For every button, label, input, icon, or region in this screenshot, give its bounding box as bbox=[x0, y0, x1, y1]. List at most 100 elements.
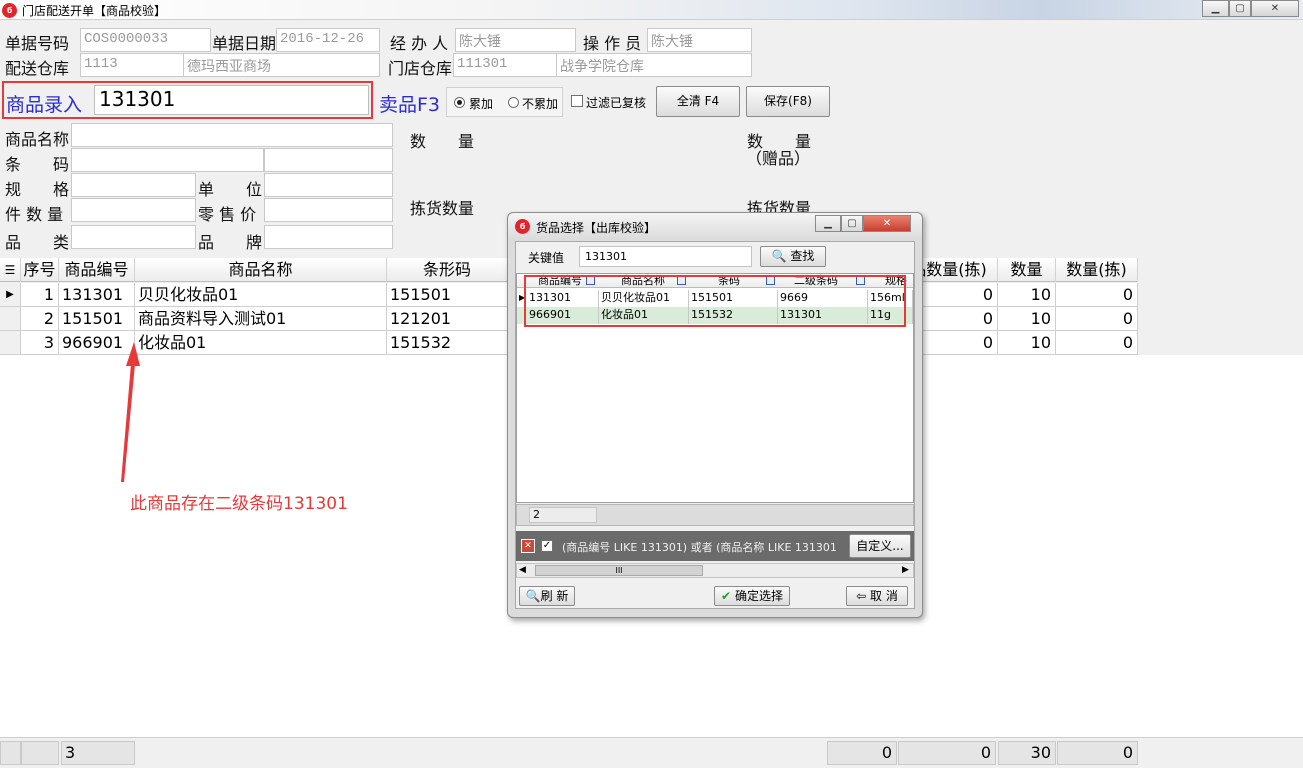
row-indicator bbox=[0, 331, 21, 354]
clear-all-button[interactable]: 全清 F4 bbox=[656, 86, 740, 117]
filter-expression: (商品编号 LIKE 131301) 或者 (商品名称 LIKE 131301)… bbox=[562, 541, 838, 554]
accumulate-label[interactable]: 累加 bbox=[469, 95, 493, 112]
product-select-dialog: ϭ 货品选择【出库校验】 ▁ ▢ ✕ 关键值 131301 🔍 查找 商品编号 … bbox=[507, 212, 923, 618]
retail-price-field[interactable] bbox=[264, 198, 393, 222]
col-name[interactable]: 商品名称 bbox=[135, 258, 387, 282]
save-button[interactable]: 保存(F8) bbox=[746, 86, 830, 117]
row-name: 商品资料导入测试01 bbox=[135, 307, 387, 330]
category-field[interactable] bbox=[71, 225, 196, 249]
row-seq: 3 bbox=[21, 331, 59, 354]
cancel-button[interactable]: ⇦ 取 消 bbox=[846, 586, 908, 606]
store-wh-label: 门店仓库 bbox=[388, 59, 453, 78]
unit-label: 单 位 bbox=[198, 180, 263, 199]
footer-sum-a: 0 bbox=[827, 741, 897, 765]
no-accumulate-radio[interactable] bbox=[508, 97, 519, 108]
window-title: 门店配送开单【商品校验】 bbox=[22, 4, 167, 18]
close-button[interactable]: ✕ bbox=[1251, 0, 1299, 17]
row-qty-pick: 0 bbox=[1056, 307, 1138, 330]
row-pointer-icon: ▶ bbox=[0, 283, 21, 306]
store-wh-name-field: 战争学院仓库 bbox=[556, 53, 752, 77]
brand-label: 品 牌 bbox=[198, 233, 263, 252]
dialog-close-button[interactable]: ✕ bbox=[863, 215, 911, 232]
unit-field[interactable] bbox=[264, 173, 393, 197]
minimize-button[interactable]: ▁ bbox=[1202, 0, 1229, 17]
barcode-field[interactable] bbox=[71, 148, 264, 172]
pick-quantity-label: 拣货数量 bbox=[410, 199, 475, 218]
cancel-button-label: 取 消 bbox=[870, 589, 898, 603]
dialog-window-controls: ▁ ▢ ✕ bbox=[815, 215, 917, 232]
row-indicator bbox=[0, 307, 21, 330]
doc-no-label: 单据号码 bbox=[5, 34, 70, 53]
dialog-minimize-button[interactable]: ▁ bbox=[815, 215, 841, 232]
key-input[interactable]: 131301 bbox=[579, 246, 752, 267]
search-icon: 🔍 bbox=[771, 249, 787, 263]
col-barcode[interactable]: 条形码 bbox=[387, 258, 508, 282]
dialog-highlight-box bbox=[524, 275, 906, 327]
grid-menu-icon[interactable]: ☰ bbox=[0, 258, 21, 282]
row-barcode: 151501 bbox=[387, 283, 508, 306]
row-qty: 10 bbox=[998, 283, 1056, 306]
filter-checked-checkbox[interactable] bbox=[571, 95, 583, 107]
grid-footer: 3 0 0 30 0 bbox=[0, 737, 1303, 768]
dist-wh-name-field: 德玛西亚商场 bbox=[183, 53, 380, 77]
scroll-left-icon[interactable]: ◀ bbox=[519, 564, 526, 577]
doc-date-field[interactable]: 2016-12-26 bbox=[276, 28, 380, 52]
row-barcode: 151532 bbox=[387, 331, 508, 354]
col-qty[interactable]: 数量 bbox=[998, 258, 1056, 282]
dist-wh-label: 配送仓库 bbox=[5, 59, 70, 78]
retail-price-label: 零 售 价 bbox=[198, 205, 257, 224]
checkmark-icon: ✔ bbox=[721, 589, 732, 603]
key-label: 关键值 bbox=[528, 251, 565, 265]
quantity-label: 数 量 bbox=[410, 132, 475, 151]
search-button[interactable]: 🔍 查找 bbox=[760, 246, 826, 267]
no-accumulate-label[interactable]: 不累加 bbox=[522, 95, 558, 112]
dist-wh-code-field[interactable]: 1113 bbox=[80, 53, 184, 77]
filter-enabled-checkbox[interactable]: ✓ bbox=[541, 540, 553, 552]
doc-no-field[interactable]: COS0000033 bbox=[80, 28, 211, 52]
confirm-select-button[interactable]: ✔ 确定选择 bbox=[714, 586, 790, 606]
row-seq: 1 bbox=[21, 283, 59, 306]
barcode-extra-field[interactable] bbox=[264, 148, 393, 172]
dialog-title-bar: ϭ 货品选择【出库校验】 ▁ ▢ ✕ bbox=[508, 213, 922, 239]
refresh-icon: 🔍 bbox=[525, 589, 541, 603]
footer-blank-1 bbox=[0, 741, 21, 765]
col-qty-pick[interactable]: 数量(拣) bbox=[1056, 258, 1138, 282]
product-entry-input[interactable]: 131301 bbox=[94, 85, 369, 115]
col-seq[interactable]: 序号 bbox=[21, 258, 59, 282]
scroll-thumb[interactable]: III bbox=[535, 565, 703, 576]
pieces-label: 件 数 量 bbox=[5, 205, 64, 224]
search-button-label: 查找 bbox=[790, 249, 815, 263]
spec-field[interactable] bbox=[71, 173, 196, 197]
clear-filter-icon[interactable]: ✕ bbox=[521, 539, 535, 553]
row-qty-pick: 0 bbox=[1056, 331, 1138, 354]
app-logo-icon: ϭ bbox=[2, 3, 17, 18]
footer-sum-c: 0 bbox=[1057, 741, 1138, 765]
product-name-field[interactable] bbox=[71, 123, 393, 147]
store-wh-code-field[interactable]: 111301 bbox=[453, 53, 557, 77]
scroll-right-icon[interactable]: ▶ bbox=[902, 564, 909, 577]
col-code[interactable]: 商品编号 bbox=[59, 258, 135, 282]
row-seq: 2 bbox=[21, 307, 59, 330]
sell-f3-label[interactable]: 卖品F3 bbox=[379, 90, 440, 117]
confirm-button-label: 确定选择 bbox=[734, 589, 783, 603]
dialog-maximize-button[interactable]: ▢ bbox=[841, 215, 863, 232]
title-bar: ϭ 门店配送开单【商品校验】 ▁ ▢ ✕ bbox=[0, 0, 1303, 20]
brand-field[interactable] bbox=[264, 225, 393, 249]
pieces-field[interactable] bbox=[71, 198, 196, 222]
operator-field[interactable]: 陈大锤 bbox=[647, 28, 752, 52]
maximize-button[interactable]: ▢ bbox=[1229, 0, 1251, 17]
gift-quantity-sub-label: （赠品） bbox=[746, 149, 811, 168]
customize-filter-button[interactable]: 自定义... bbox=[849, 534, 911, 558]
filter-checked-label[interactable]: 过滤已复核 bbox=[586, 94, 646, 111]
footer-count: 3 bbox=[61, 741, 135, 765]
accumulate-radio[interactable] bbox=[454, 97, 465, 108]
row-code: 131301 bbox=[59, 283, 135, 306]
row-name: 贝贝化妆品01 bbox=[135, 283, 387, 306]
dialog-h-scrollbar[interactable]: ◀ III ▶ bbox=[516, 563, 914, 578]
dialog-count-bar: 2 bbox=[516, 504, 914, 526]
doc-date-label: 单据日期 bbox=[212, 34, 277, 53]
refresh-button[interactable]: 🔍刷 新 bbox=[519, 586, 575, 606]
barcode-label: 条 码 bbox=[5, 155, 70, 174]
handler-field[interactable]: 陈大锤 bbox=[455, 28, 576, 52]
product-name-label: 商品名称 bbox=[5, 130, 70, 149]
